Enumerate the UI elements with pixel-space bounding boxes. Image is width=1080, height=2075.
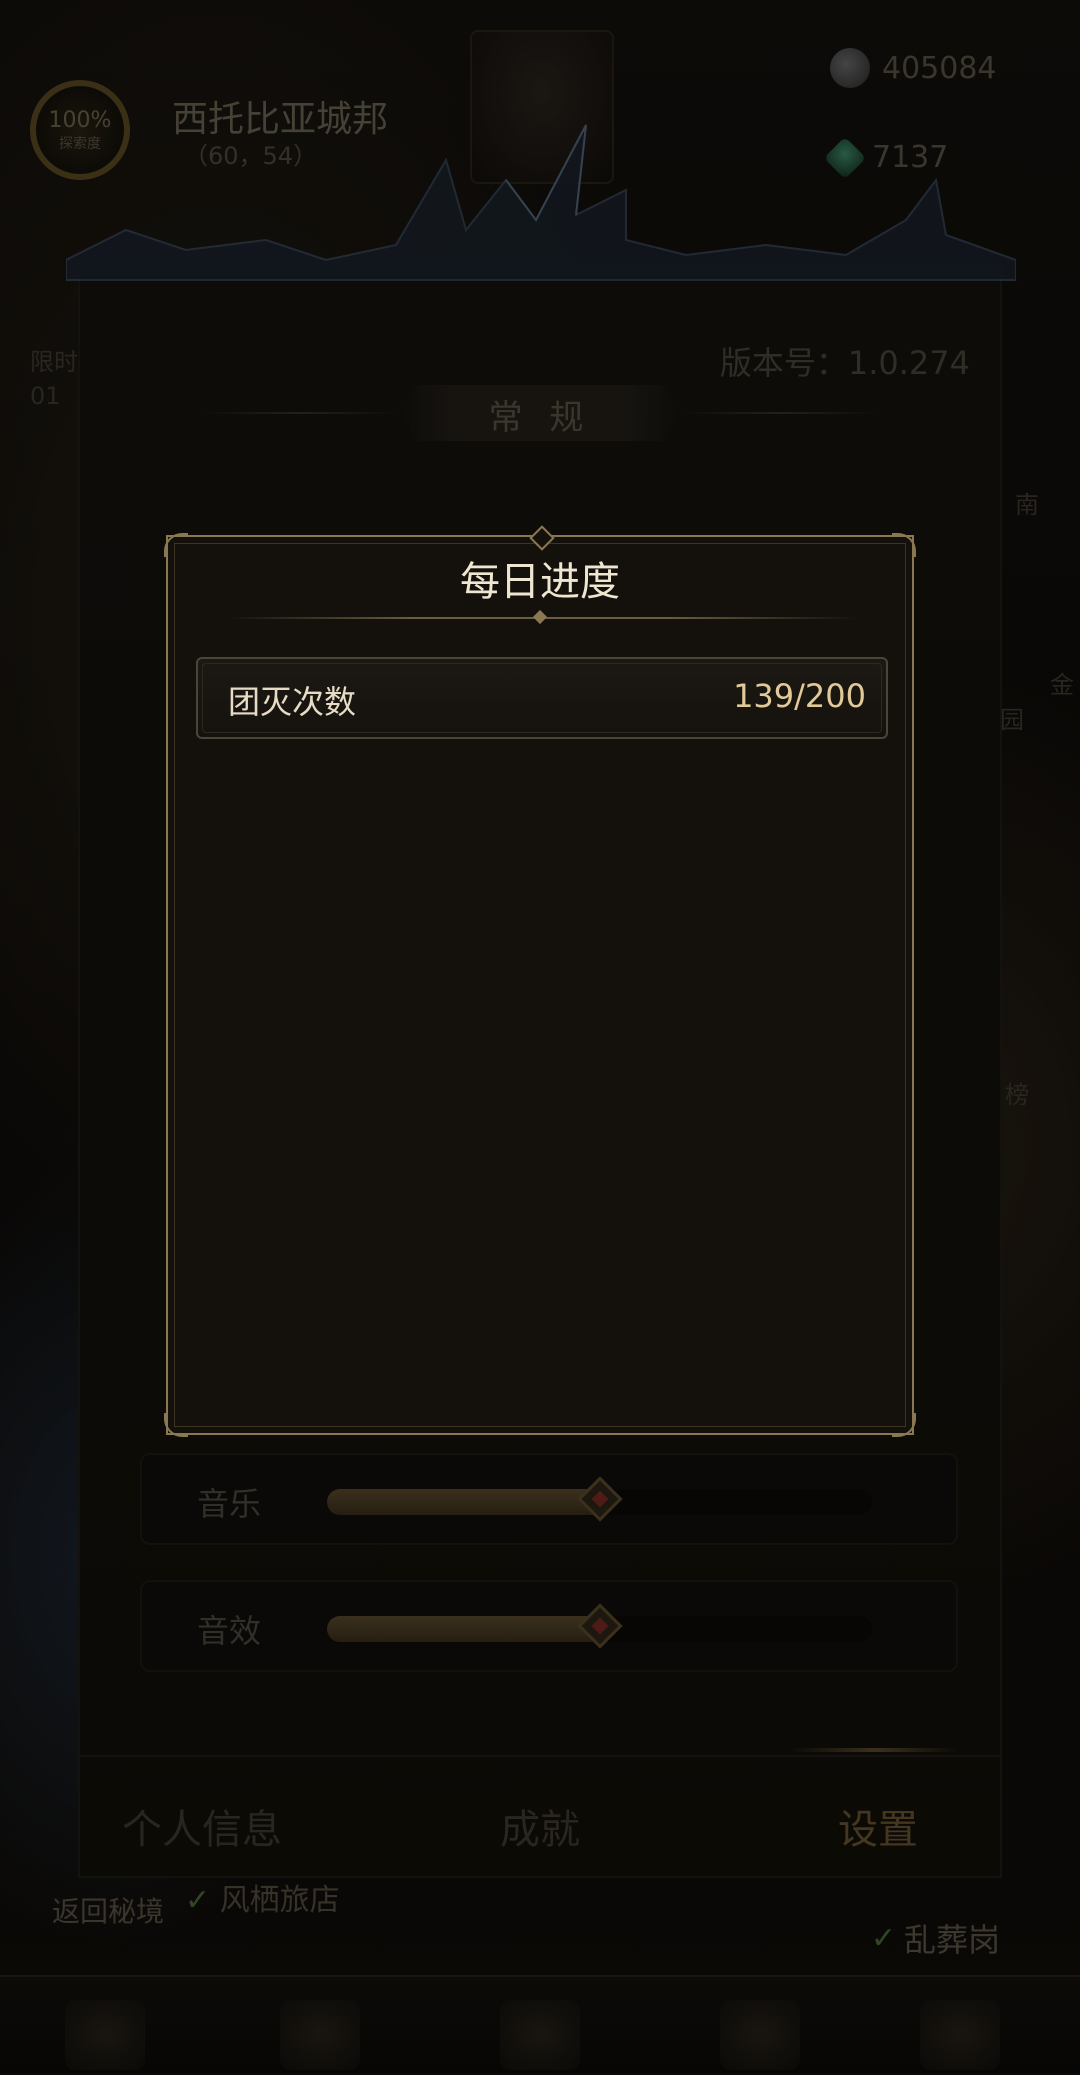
- dialog-title: 每日进度: [460, 559, 620, 605]
- list-item: 团灭次数 139/200: [196, 657, 888, 739]
- title-divider-ornament: [532, 609, 548, 625]
- stat-value: 139/200: [733, 677, 866, 715]
- frame-corner: [892, 1413, 916, 1437]
- daily-progress-dialog: 每日进度 团灭次数 139/200: [164, 525, 916, 1437]
- stat-label: 团灭次数: [228, 683, 357, 721]
- frame-corner: [164, 1413, 188, 1437]
